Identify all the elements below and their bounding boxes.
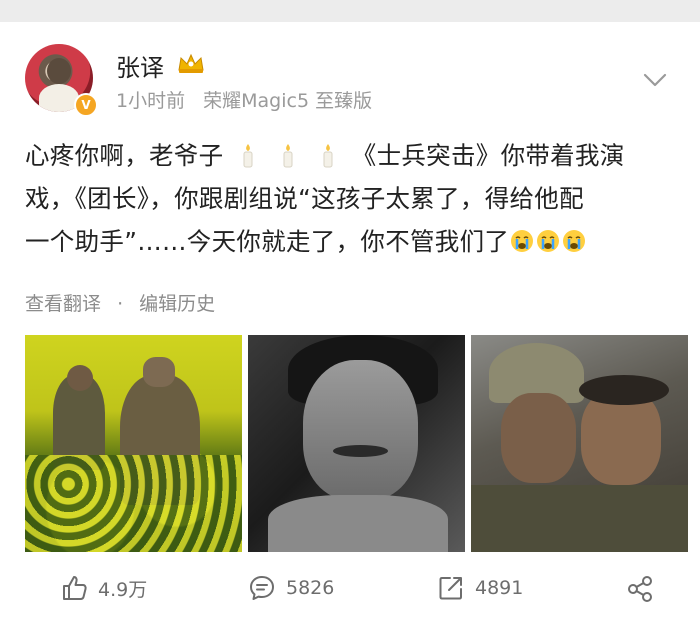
separator: · (117, 293, 124, 315)
comment-icon (250, 576, 274, 600)
portrait-face (303, 360, 418, 500)
portrait-shirt (268, 495, 448, 552)
post-image-2[interactable] (248, 335, 465, 552)
action-bar: 4.9万 5826 4891 (0, 562, 700, 622)
like-count: 4.9万 (98, 578, 148, 601)
figure (67, 365, 93, 391)
post-device: 荣耀Magic5 至臻版 (203, 90, 373, 112)
chevron-down-icon[interactable] (642, 70, 668, 90)
avatar-face (47, 58, 71, 84)
post-text-line3: 一个助手”……今天你就走了，你不管我们了 (25, 227, 510, 256)
edit-history-link[interactable]: 编辑历史 (139, 293, 215, 315)
post-subrow: 查看翻译 · 编辑历史 (25, 289, 215, 316)
crying-face-icon (537, 230, 560, 252)
comment-count: 5826 (286, 577, 335, 599)
repost-icon (439, 577, 462, 600)
candle-icon (283, 144, 293, 168)
crying-face-icon (511, 230, 534, 252)
candle-icon (323, 144, 333, 168)
like-button[interactable]: 4.9万 (60, 574, 147, 602)
avatar-shirt (39, 84, 79, 112)
verified-badge-icon: V (74, 93, 98, 117)
like-icon (63, 576, 87, 600)
candle-icon (243, 144, 252, 168)
username[interactable]: 张译 (116, 48, 164, 83)
post-meta: 1小时前 荣耀Magic5 至臻版 (116, 86, 384, 113)
flowers (25, 455, 242, 552)
share-button[interactable] (625, 574, 665, 604)
repost-button[interactable]: 4891 (437, 574, 523, 602)
uniform (471, 485, 688, 552)
figure (143, 357, 175, 387)
post-text-line1b: 《士兵突击》你带着我演 (351, 141, 625, 170)
crying-face-icon (563, 230, 586, 252)
post-image-1[interactable] (25, 335, 242, 552)
post-text-line2: 戏，《团长》，你跟剧组说“这孩子太累了，得给他配 (25, 184, 584, 213)
translate-link[interactable]: 查看翻译 (25, 293, 101, 315)
post-image-3[interactable] (471, 335, 688, 552)
post-text-line1a: 心疼你啊，老爷子 (25, 141, 224, 170)
repost-count: 4891 (475, 577, 524, 599)
share-icon (628, 576, 652, 602)
face-left (501, 393, 576, 483)
portrait-moustache (333, 445, 388, 457)
post-time: 1小时前 (116, 90, 186, 112)
weibo-post-card: V 张译 1小时前 荣耀Magic5 至臻版 心疼你啊，老爷子 《士兵突击》你带… (0, 22, 700, 622)
crown-icon (178, 53, 204, 73)
hair-right (579, 375, 669, 405)
comment-button[interactable]: 5826 (248, 574, 334, 602)
post-text: 心疼你啊，老爷子 《士兵突击》你带着我演 戏，《团长》，你跟剧组说“这孩子太累了… (25, 134, 680, 263)
